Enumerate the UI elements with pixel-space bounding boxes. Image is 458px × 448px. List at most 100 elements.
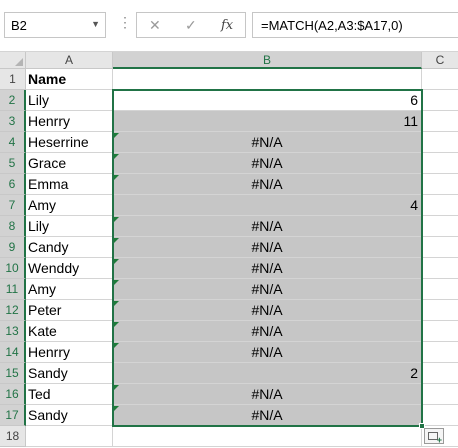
- cell-b[interactable]: #N/A: [113, 405, 422, 426]
- row-header[interactable]: 9: [0, 237, 26, 258]
- column-header-a[interactable]: A: [26, 52, 113, 69]
- cell-b[interactable]: 2: [113, 363, 422, 384]
- column-header-b[interactable]: B: [113, 52, 422, 69]
- cell-b[interactable]: #N/A: [113, 300, 422, 321]
- cell-c[interactable]: [422, 342, 458, 363]
- cell-c[interactable]: [422, 195, 458, 216]
- cancel-icon[interactable]: ✕: [149, 17, 161, 34]
- row-header[interactable]: 15: [0, 363, 26, 384]
- error-indicator-icon[interactable]: [114, 238, 119, 243]
- cell-a[interactable]: Lily: [26, 216, 113, 237]
- table-row: 7 Amy 4: [0, 195, 458, 216]
- row-header[interactable]: 1: [0, 69, 26, 90]
- insert-function-icon[interactable]: fx: [221, 18, 233, 33]
- cell-b-value: #N/A: [251, 323, 283, 339]
- name-box[interactable]: B2 ▼: [4, 12, 106, 38]
- cell-b[interactable]: #N/A: [113, 279, 422, 300]
- row-header[interactable]: 18: [0, 426, 26, 447]
- row-header[interactable]: 14: [0, 342, 26, 363]
- cell-a[interactable]: Emma: [26, 174, 113, 195]
- cell-a[interactable]: Ted: [26, 384, 113, 405]
- cell-b[interactable]: #N/A: [113, 384, 422, 405]
- chevron-down-icon[interactable]: ▼: [91, 19, 100, 29]
- cell-a[interactable]: Sandy: [26, 405, 113, 426]
- cell-a[interactable]: [26, 426, 113, 447]
- cell-c[interactable]: [422, 258, 458, 279]
- error-indicator-icon[interactable]: [114, 343, 119, 348]
- cell-a[interactable]: Peter: [26, 300, 113, 321]
- error-indicator-icon[interactable]: [114, 133, 119, 138]
- cell-a[interactable]: Wenddy: [26, 258, 113, 279]
- cell-c[interactable]: [422, 153, 458, 174]
- error-indicator-icon[interactable]: [114, 301, 119, 306]
- cell-b[interactable]: #N/A: [113, 258, 422, 279]
- cell-a[interactable]: Amy: [26, 195, 113, 216]
- cell-b[interactable]: #N/A: [113, 153, 422, 174]
- cell-a[interactable]: Name: [26, 69, 113, 90]
- cell-c[interactable]: [422, 384, 458, 405]
- row-header[interactable]: 3: [0, 111, 26, 132]
- row-header[interactable]: 16: [0, 384, 26, 405]
- cell-c[interactable]: [422, 216, 458, 237]
- error-indicator-icon[interactable]: [114, 385, 119, 390]
- cell-b[interactable]: #N/A: [113, 132, 422, 153]
- cell-a[interactable]: Amy: [26, 279, 113, 300]
- cell-c[interactable]: [422, 405, 458, 426]
- cell-a[interactable]: Sandy: [26, 363, 113, 384]
- cell-c[interactable]: [422, 363, 458, 384]
- cell-c[interactable]: [422, 111, 458, 132]
- cell-c[interactable]: [422, 132, 458, 153]
- cell-b[interactable]: [113, 69, 422, 90]
- row-header[interactable]: 5: [0, 153, 26, 174]
- cell-a[interactable]: Candy: [26, 237, 113, 258]
- row-header[interactable]: 6: [0, 174, 26, 195]
- row-header[interactable]: 12: [0, 300, 26, 321]
- cell-b[interactable]: [113, 426, 422, 447]
- select-all-corner[interactable]: [0, 52, 26, 69]
- cell-b[interactable]: 4: [113, 195, 422, 216]
- error-indicator-icon[interactable]: [114, 406, 119, 411]
- quick-analysis-icon[interactable]: [424, 428, 444, 445]
- more-options-icon[interactable]: ⋮: [118, 14, 132, 31]
- column-header-c[interactable]: C: [422, 52, 458, 69]
- active-cell-b2[interactable]: 6: [113, 90, 422, 111]
- cell-b[interactable]: #N/A: [113, 342, 422, 363]
- row-header[interactable]: 17: [0, 405, 26, 426]
- row-header[interactable]: 10: [0, 258, 26, 279]
- row-header[interactable]: 7: [0, 195, 26, 216]
- cell-a[interactable]: Heserrine: [26, 132, 113, 153]
- error-indicator-icon[interactable]: [114, 217, 119, 222]
- cell-b[interactable]: #N/A: [113, 237, 422, 258]
- cell-c[interactable]: [422, 69, 458, 90]
- formula-text: =MATCH(A2,A3:$A17,0): [261, 18, 403, 33]
- cell-b[interactable]: #N/A: [113, 216, 422, 237]
- error-indicator-icon[interactable]: [114, 175, 119, 180]
- cell-a[interactable]: Henrry: [26, 111, 113, 132]
- cell-c[interactable]: [422, 174, 458, 195]
- cell-c[interactable]: [422, 279, 458, 300]
- error-indicator-icon[interactable]: [114, 322, 119, 327]
- error-indicator-icon[interactable]: [114, 259, 119, 264]
- row-header[interactable]: 11: [0, 279, 26, 300]
- error-indicator-icon[interactable]: [114, 154, 119, 159]
- cell-b[interactable]: 11: [113, 111, 422, 132]
- cell-c[interactable]: [422, 237, 458, 258]
- cell-c[interactable]: [422, 90, 458, 111]
- cell-c[interactable]: [422, 321, 458, 342]
- cell-a[interactable]: Henrry: [26, 342, 113, 363]
- row-header[interactable]: 13: [0, 321, 26, 342]
- formula-input[interactable]: =MATCH(A2,A3:$A17,0): [252, 12, 458, 38]
- row-header[interactable]: 8: [0, 216, 26, 237]
- cell-b[interactable]: #N/A: [113, 174, 422, 195]
- row-header[interactable]: 2: [0, 90, 26, 111]
- enter-icon[interactable]: ✓: [185, 17, 197, 34]
- cell-a[interactable]: Lily: [26, 90, 113, 111]
- cell-a[interactable]: Kate: [26, 321, 113, 342]
- error-indicator-icon[interactable]: [114, 280, 119, 285]
- row-header[interactable]: 4: [0, 132, 26, 153]
- cell-b-value: #N/A: [251, 134, 283, 150]
- cell-b[interactable]: #N/A: [113, 321, 422, 342]
- cell-b-value: 4: [410, 197, 418, 213]
- cell-a[interactable]: Grace: [26, 153, 113, 174]
- cell-c[interactable]: [422, 300, 458, 321]
